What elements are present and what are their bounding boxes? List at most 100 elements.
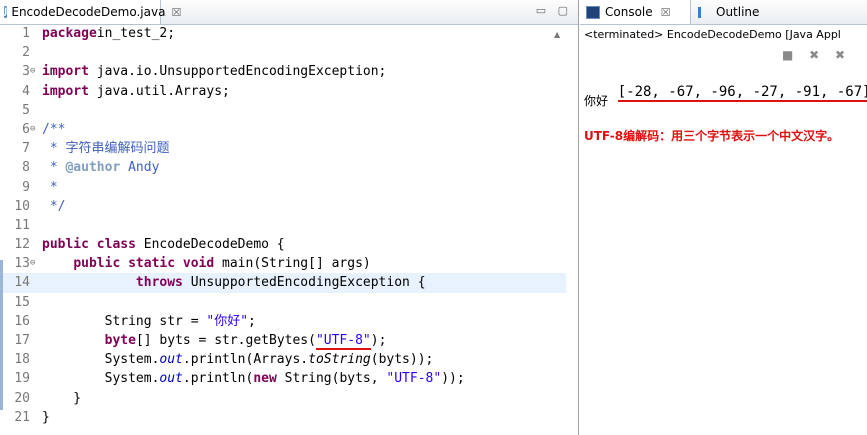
code-text: System.out.println(new String(byts, "UTF… — [42, 369, 465, 388]
console-status: <terminated> EncodeDecodeDemo [Java Appl — [584, 28, 841, 41]
code-token: "你好" — [206, 313, 249, 329]
scroll-up-icon[interactable]: ▲ — [554, 30, 560, 39]
editor-tab-label: EncodeDecodeDemo.java — [11, 5, 166, 19]
code-text: public static void main(String[] args) — [42, 254, 371, 273]
code-line[interactable]: 12 public class EncodeDecodeDemo { — [0, 235, 566, 254]
fold-toggle-icon[interactable]: ⊖ — [30, 120, 35, 139]
code-line[interactable]: 8 * @author Andy — [0, 158, 566, 177]
fold-toggle-icon[interactable]: ⊖ — [30, 62, 35, 81]
code-text: */ — [42, 197, 66, 216]
code-token: */ — [42, 198, 66, 214]
code-line[interactable]: 14 throws UnsupportedEncodingException { — [0, 273, 566, 293]
code-token: out — [159, 371, 183, 387]
line-number: 10 — [14, 198, 30, 214]
code-text: public class EncodeDecodeDemo { — [42, 235, 285, 254]
console-icon — [586, 5, 600, 19]
tab-console[interactable]: Console ☒ — [580, 0, 691, 24]
code-text: import java.io.UnsupportedEncodingExcept… — [42, 62, 386, 81]
console-output-bytes: [-28, -67, -96, -27, -91, -67] — [584, 68, 867, 116]
code-token: String str = — [42, 313, 207, 329]
code-text: System.out.println(Arrays.toString(byts)… — [42, 350, 434, 369]
console-toolbar[interactable]: ■ ✖ ✖ — [782, 48, 851, 62]
code-token: public static void — [73, 256, 215, 272]
code-token: } — [42, 390, 82, 406]
code-token: /** — [42, 121, 66, 137]
outline-tab-label: Outline — [716, 5, 760, 19]
line-number: 1 — [22, 26, 30, 41]
code-token: UnsupportedEncodingException { — [182, 275, 426, 291]
code-line[interactable]: 6 ⊖ /** — [0, 120, 566, 139]
code-token: main(String[] args) — [214, 256, 371, 272]
console-tab-label: Console — [605, 5, 653, 19]
line-number: 18 — [14, 352, 30, 368]
code-text: throws UnsupportedEncodingException { — [42, 273, 426, 292]
code-text: byte[] byts = str.getBytes("UTF-8"); — [42, 331, 386, 350]
code-line[interactable]: 4 import java.util.Arrays; — [0, 82, 566, 101]
line-number: 8 — [22, 160, 30, 176]
code-token: java.io.UnsupportedEncodingException; — [88, 64, 387, 80]
line-number: 19 — [14, 371, 30, 387]
code-line[interactable]: 20 } — [0, 389, 566, 408]
code-line[interactable]: 9 * — [0, 178, 566, 197]
code-line[interactable]: 1 packagein_test_2; — [0, 24, 566, 43]
line-number: 12 — [14, 237, 30, 253]
code-text: String str = "你好"; — [42, 312, 256, 331]
code-line[interactable]: 5 — [0, 101, 566, 120]
code-token: throws — [135, 275, 183, 291]
code-token: * — [42, 160, 66, 176]
code-token: .println( — [182, 371, 254, 387]
console-pane: Console ☒ Outline <terminated> EncodeDec… — [580, 0, 867, 435]
line-number: 16 — [14, 313, 30, 329]
minimize-maximize-buttons[interactable]: ▭ ▢ — [536, 4, 572, 17]
code-line[interactable]: 21} — [0, 408, 566, 427]
code-token: * 字符串编解码问题 — [42, 141, 170, 157]
code-token: import — [42, 64, 89, 80]
code-token: EncodeDecodeDemo { — [135, 237, 285, 253]
code-line[interactable]: 18 System.out.println(Arrays.toString(by… — [0, 350, 566, 369]
editor-tab-bar: J EncodeDecodeDemo.java ☒ ▭ ▢ — [0, 0, 578, 25]
code-text: * @author Andy — [42, 158, 160, 177]
line-number: 21 — [14, 409, 30, 425]
code-token: System. — [42, 352, 160, 368]
code-line[interactable]: 13 ⊖ public static void main(String[] arg… — [0, 254, 566, 273]
close-icon[interactable]: ☒ — [661, 6, 671, 19]
line-number: 3 — [22, 64, 30, 80]
close-icon[interactable]: ☒ — [171, 6, 181, 19]
code-token: ; — [248, 313, 256, 329]
console-output-text: 你好 — [584, 94, 609, 108]
code-text: } — [42, 408, 50, 427]
change-marker — [0, 260, 3, 410]
code-line[interactable]: 11 — [0, 216, 566, 235]
code-line[interactable]: 16 String str = "你好"; — [0, 312, 566, 331]
code-token: import — [42, 83, 89, 99]
code-token: Andy — [120, 160, 160, 176]
code-line[interactable]: 19 System.out.println(new String(byts, "… — [0, 369, 566, 388]
code-line[interactable]: 3 ⊖ import java.io.UnsupportedEncodingExce… — [0, 62, 566, 81]
code-token: @author — [65, 160, 121, 176]
code-line[interactable]: 10 */ — [0, 197, 566, 216]
output-bytes-text: [-28, -67, -96, -27, -91, -67] — [617, 84, 867, 102]
code-line[interactable]: 7 * 字符串编解码问题 — [0, 139, 566, 158]
code-token: java.util.Arrays; — [88, 83, 230, 99]
line-number: 7 — [22, 141, 30, 157]
line-number: 15 — [14, 294, 30, 310]
code-token: new — [253, 371, 277, 387]
line-number: 5 — [22, 102, 30, 118]
tab-outline[interactable]: Outline — [696, 0, 759, 24]
code-text: * 字符串编解码问题 — [42, 139, 170, 158]
fold-toggle-icon[interactable]: ⊖ — [30, 254, 35, 273]
code-token: System. — [42, 371, 160, 387]
code-line[interactable]: 15 — [0, 293, 566, 312]
code-token: (byts)); — [370, 352, 434, 368]
code-line[interactable]: 2 — [0, 43, 566, 62]
code-token: "UTF-8" — [315, 333, 371, 350]
editor-tab[interactable]: J EncodeDecodeDemo.java ☒ — [0, 0, 181, 24]
code-token: .println(Arrays. — [182, 352, 309, 368]
code-area[interactable]: 1 packagein_test_2; 2 3 ⊖ import java.io.Unsu… — [0, 24, 566, 435]
code-line[interactable]: 17 byte[] byts = str.getBytes("UTF-8"); — [0, 331, 566, 350]
code-token: package — [42, 26, 97, 41]
line-number: 20 — [14, 390, 30, 406]
line-number: 6 — [22, 121, 30, 137]
